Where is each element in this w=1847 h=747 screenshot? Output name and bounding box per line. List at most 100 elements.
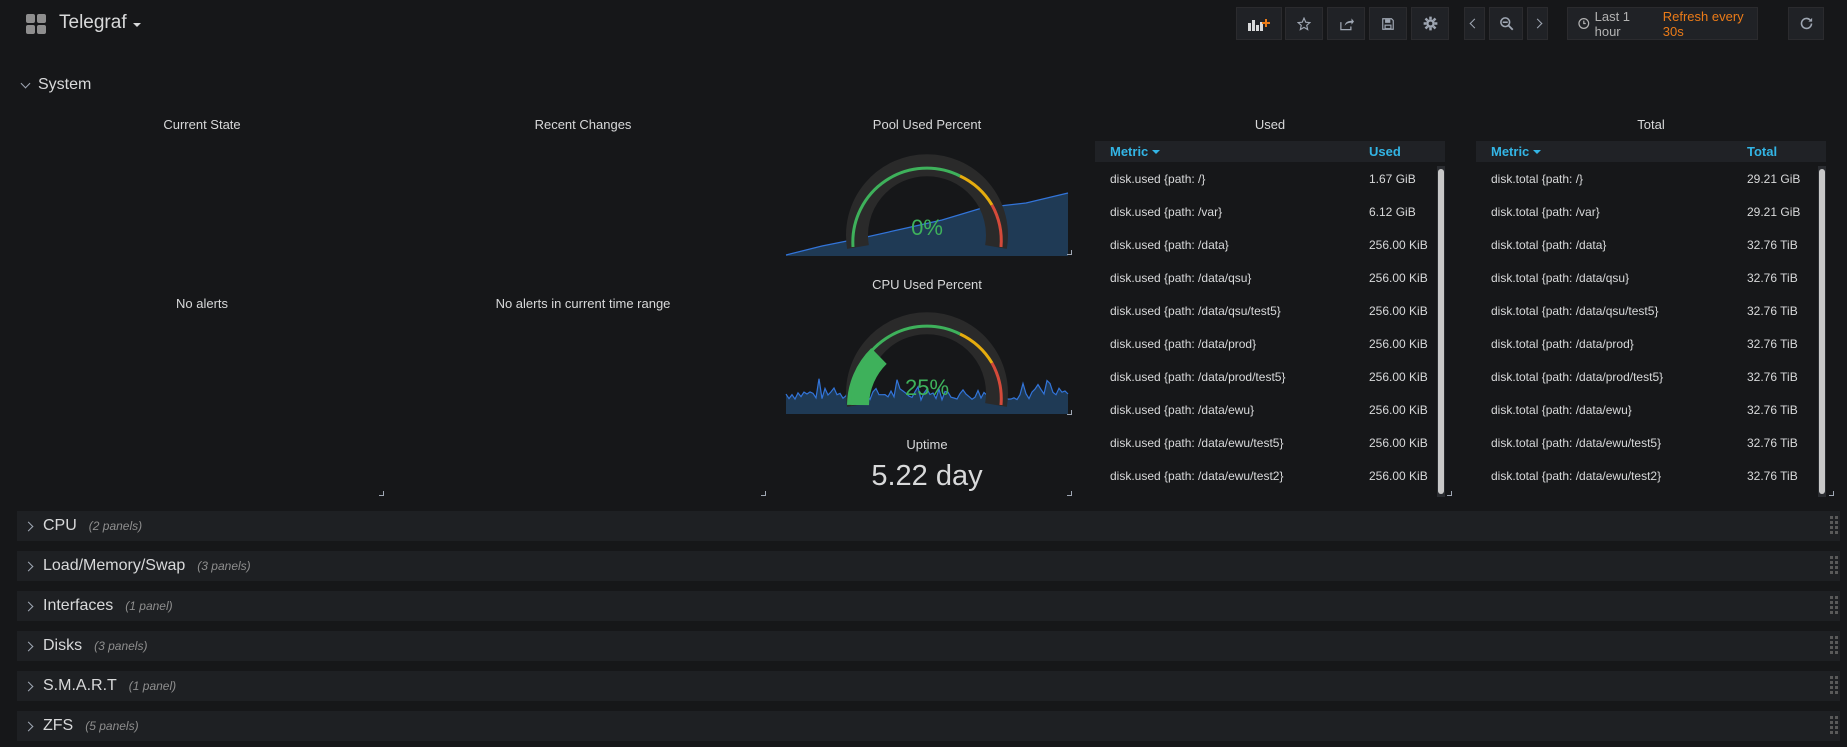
star-icon [1297,16,1311,31]
recent-changes-message: No alerts in current time range [495,296,671,311]
resize-handle[interactable] [1829,491,1834,496]
value-cell: 32.76 TiB [1747,468,1798,483]
collapsed-row[interactable]: Disks (3 panels) [17,631,1840,661]
sort-metric-column[interactable]: Metric [1110,144,1161,159]
column-header-metric: Metric [1491,144,1530,159]
panel-title-used: Used [1254,117,1286,132]
cpu-used-gauge [785,312,1069,414]
resize-handle[interactable] [761,491,766,496]
resize-handle[interactable] [1067,491,1072,496]
chevron-right-icon [1532,18,1543,29]
table-row: disk.used {path: /data/ewu/test2} 256.00 … [1095,459,1445,492]
chevron-right-icon [23,601,34,611]
dashboard-title: Telegraf [59,12,127,33]
time-range-picker[interactable]: Last 1 hour Refresh every 30s [1567,7,1758,40]
drag-handle-icon[interactable] [1830,596,1838,616]
row-panel-count: (5 panels) [85,719,139,733]
drag-handle-icon[interactable] [1830,556,1838,576]
metric-cell: disk.used {path: /data/qsu/test5} [1110,303,1281,318]
metric-cell: disk.used {path: /data/qsu} [1110,270,1252,285]
time-forward-button[interactable] [1527,7,1548,40]
share-button[interactable] [1327,7,1365,40]
table-row: disk.total {path: /data/prod/test5} 32.76… [1476,360,1826,393]
panel-title-recent-changes: Recent Changes [534,117,632,132]
refresh-icon [1800,17,1812,30]
time-back-button[interactable] [1464,7,1485,40]
row-title: Disks [43,637,83,654]
row-panel-count: (3 panels) [197,559,251,573]
collapsed-row[interactable]: CPU (2 panels) [17,511,1840,541]
table-row: disk.total {path: /data/ewu/test2} 32.76 … [1476,459,1826,492]
table-row: disk.total {path: /data/ewu} 32.76 TiB [1476,393,1826,426]
resize-handle[interactable] [1067,250,1072,255]
used-table: Metric Used disk.used {path: /} 1.67 GiB d… [1095,141,1445,492]
cpu-used-value: 25% [904,375,950,400]
table-header: Metric Total [1476,141,1826,162]
table-row: disk.total {path: /data/ewu/test5} 32.76 … [1476,426,1826,459]
collapsed-row[interactable]: S.M.A.R.T (1 panel) [17,671,1840,701]
sort-caret-icon [1533,149,1542,154]
value-cell: 256.00 KiB [1369,435,1428,450]
value-cell: 32.76 TiB [1747,303,1798,318]
star-button[interactable] [1285,7,1323,40]
table-row: disk.used {path: /data/prod} 256.00 KiB [1095,327,1445,360]
used-table-scrollbar[interactable] [1437,166,1445,497]
value-cell: 256.00 KiB [1369,237,1428,252]
panel-title-uptime: Uptime [906,437,948,452]
gear-icon [1423,16,1437,31]
row-system-title: System [38,76,92,93]
value-cell: 256.00 KiB [1369,369,1428,384]
add-panel-icon [1248,18,1270,31]
add-panel-button[interactable] [1236,7,1282,40]
dashboard-title-picker[interactable]: Telegraf [59,12,141,34]
refresh-button[interactable] [1788,7,1824,40]
zoom-out-button[interactable] [1489,7,1523,40]
drag-handle-icon[interactable] [1830,716,1838,736]
column-header-used[interactable]: Used [1369,144,1401,159]
column-header-total[interactable]: Total [1747,144,1777,159]
metric-cell: disk.used {path: /data/ewu/test2} [1110,468,1284,483]
scroll-thumb[interactable] [1819,169,1825,494]
refresh-interval-label: Refresh every 30s [1662,8,1744,39]
drag-handle-icon[interactable] [1830,636,1838,656]
value-cell: 6.12 GiB [1369,204,1416,219]
value-cell: 32.76 TiB [1747,270,1798,285]
value-cell: 256.00 KiB [1369,303,1428,318]
metric-cell: disk.total {path: /data/ewu/test2} [1491,468,1662,483]
value-cell: 29.21 GiB [1747,171,1801,186]
value-cell: 1.67 GiB [1369,171,1416,186]
collapsed-row[interactable]: Load/Memory/Swap (3 panels) [17,551,1840,581]
save-button[interactable] [1369,7,1407,40]
row-system-header[interactable]: System [20,76,92,94]
resize-handle[interactable] [1447,491,1452,496]
drag-handle-icon[interactable] [1830,676,1838,696]
metric-cell: disk.used {path: /var} [1110,204,1223,219]
metric-cell: disk.total {path: /var} [1491,204,1600,219]
table-row: disk.used {path: /data/ewu/test5} 256.00 … [1095,426,1445,459]
total-table-scrollbar[interactable] [1818,166,1826,497]
metric-cell: disk.used {path: /data} [1110,237,1229,252]
resize-handle[interactable] [379,491,384,496]
table-row: disk.used {path: /data/prod/test5} 256.00… [1095,360,1445,393]
settings-button[interactable] [1411,7,1449,40]
chevron-right-icon [23,681,34,691]
metric-cell: disk.used {path: /data/ewu} [1110,402,1255,417]
row-title: Load/Memory/Swap [43,557,186,574]
resize-handle[interactable] [1067,410,1072,415]
chevron-right-icon [23,521,34,531]
table-row: disk.total {path: /data/prod} 32.76 TiB [1476,327,1826,360]
zoom-out-icon [1499,17,1513,31]
sort-metric-column[interactable]: Metric [1491,144,1542,159]
panel-title-current-state: Current State [163,117,241,132]
dashboards-grid-icon[interactable] [26,14,46,34]
collapsed-row[interactable]: ZFS (5 panels) [17,711,1840,741]
current-state-message: No alerts [175,296,229,311]
collapsed-row[interactable]: Interfaces (1 panel) [17,591,1840,621]
table-row: disk.total {path: /data/qsu} 32.76 TiB [1476,261,1826,294]
metric-cell: disk.total {path: /data/ewu/test5} [1491,435,1662,450]
scroll-thumb[interactable] [1438,169,1444,494]
drag-handle-icon[interactable] [1830,516,1838,536]
total-table: Metric Total disk.total {path: /} 29.21 G… [1476,141,1826,492]
metric-cell: disk.total {path: /} [1491,171,1584,186]
table-header: Metric Used [1095,141,1445,162]
